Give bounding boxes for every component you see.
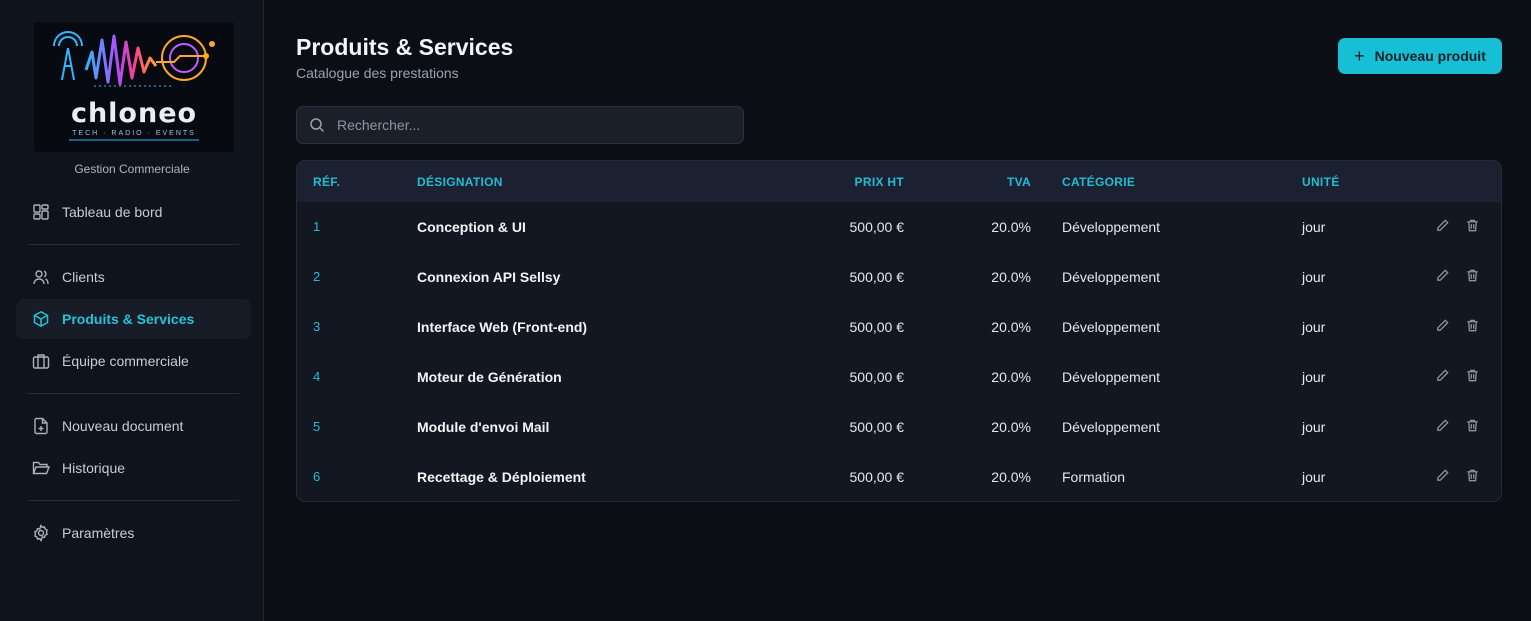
- column-header-category[interactable]: CATÉGORIE: [1062, 175, 1135, 189]
- cell-vat: 20.0%: [991, 469, 1031, 485]
- cell-category: Développement: [1062, 369, 1161, 385]
- trash-icon[interactable]: [1465, 268, 1481, 284]
- cell-vat: 20.0%: [991, 369, 1031, 385]
- trash-icon[interactable]: [1465, 318, 1481, 334]
- brand-tagline: TECH · RADIO · EVENTS: [72, 130, 196, 137]
- folder-open-icon: [32, 459, 50, 477]
- page-subtitle: Catalogue des prestations: [296, 65, 459, 81]
- cell-ref: 1: [313, 219, 321, 234]
- cell-category: Développement: [1062, 219, 1161, 235]
- cell-ref: 3: [313, 319, 321, 334]
- plus-icon: +: [1354, 46, 1365, 66]
- nav-divider: [28, 500, 239, 501]
- dashboard-icon: [32, 203, 50, 221]
- file-plus-icon: [32, 417, 50, 435]
- column-header-price[interactable]: PRIX HT: [855, 175, 904, 189]
- cell-unit: jour: [1302, 319, 1326, 335]
- cell-price: 500,00 €: [849, 269, 905, 285]
- new-product-label: Nouveau produit: [1374, 48, 1486, 64]
- brand-logo[interactable]: chloneo TECH · RADIO · EVENTS: [34, 22, 234, 152]
- cell-vat: 20.0%: [991, 269, 1031, 285]
- nav-item-settings[interactable]: Paramètres: [16, 513, 251, 553]
- edit-icon[interactable]: [1435, 268, 1451, 284]
- cell-price: 500,00 €: [849, 319, 905, 335]
- nav-item-products[interactable]: Produits & Services: [16, 299, 251, 339]
- cell-price: 500,00 €: [849, 219, 905, 235]
- table-row[interactable]: 5 Module d'envoi Mail 500,00 € 20.0% Dév…: [297, 402, 1501, 452]
- edit-icon[interactable]: [1435, 468, 1451, 484]
- cell-ref: 5: [313, 419, 321, 434]
- nav-divider: [28, 393, 239, 394]
- cell-unit: jour: [1302, 419, 1326, 435]
- trash-icon[interactable]: [1465, 218, 1481, 234]
- nav-item-dashboard[interactable]: Tableau de bord: [16, 192, 251, 232]
- nav-label: Produits & Services: [62, 311, 195, 327]
- cell-designation: Conception & UI: [417, 219, 526, 235]
- column-header-ref[interactable]: RÉF.: [313, 175, 340, 189]
- trash-icon[interactable]: [1465, 368, 1481, 384]
- cell-unit: jour: [1302, 369, 1326, 385]
- table-header: RÉF. DÉSIGNATION PRIX HT TVA CATÉGORIE U…: [297, 161, 1501, 202]
- table-row[interactable]: 6 Recettage & Déploiement 500,00 € 20.0%…: [297, 452, 1501, 501]
- cell-designation: Connexion API Sellsy: [417, 269, 561, 285]
- column-header-vat[interactable]: TVA: [1007, 175, 1031, 189]
- nav-item-history[interactable]: Historique: [16, 448, 251, 488]
- cell-designation: Module d'envoi Mail: [417, 419, 550, 435]
- cell-unit: jour: [1302, 269, 1326, 285]
- table-row[interactable]: 1 Conception & UI 500,00 € 20.0% Dévelop…: [297, 202, 1501, 252]
- nav-label: Équipe commerciale: [62, 353, 189, 369]
- cell-category: Développement: [1062, 269, 1161, 285]
- gear-icon: [32, 524, 50, 542]
- cell-category: Développement: [1062, 419, 1161, 435]
- cell-vat: 20.0%: [991, 319, 1031, 335]
- cell-unit: jour: [1302, 469, 1326, 485]
- edit-icon[interactable]: [1435, 368, 1451, 384]
- edit-icon[interactable]: [1435, 418, 1451, 434]
- app-subtitle: Gestion Commerciale: [74, 162, 190, 176]
- column-header-designation[interactable]: DÉSIGNATION: [417, 175, 503, 189]
- cell-designation: Interface Web (Front-end): [417, 319, 588, 335]
- column-header-unit[interactable]: UNITÉ: [1302, 175, 1340, 189]
- cell-designation: Moteur de Génération: [417, 369, 562, 385]
- cell-price: 500,00 €: [849, 419, 905, 435]
- briefcase-icon: [32, 352, 50, 370]
- products-table: RÉF. DÉSIGNATION PRIX HT TVA CATÉGORIE U…: [296, 160, 1502, 502]
- table-row[interactable]: 2 Connexion API Sellsy 500,00 € 20.0% Dé…: [297, 252, 1501, 302]
- brand-name: chloneo: [70, 98, 198, 129]
- nav-item-sales-team[interactable]: Équipe commerciale: [16, 341, 251, 381]
- cell-designation: Recettage & Déploiement: [417, 469, 586, 485]
- trash-icon[interactable]: [1465, 468, 1481, 484]
- cell-ref: 2: [313, 269, 321, 284]
- trash-icon[interactable]: [1465, 418, 1481, 434]
- page-title: Produits & Services: [296, 34, 514, 60]
- cell-price: 500,00 €: [849, 469, 905, 485]
- nav-label: Clients: [62, 269, 105, 285]
- nav-label: Tableau de bord: [62, 204, 163, 220]
- cell-vat: 20.0%: [991, 419, 1031, 435]
- nav-label: Paramètres: [62, 525, 135, 541]
- cell-category: Formation: [1062, 469, 1126, 485]
- box-icon: [32, 310, 50, 328]
- search-icon: [310, 118, 325, 133]
- nav-label: Nouveau document: [62, 418, 184, 434]
- search-bar[interactable]: [296, 106, 744, 144]
- cell-price: 500,00 €: [849, 369, 905, 385]
- cell-ref: 6: [313, 469, 321, 484]
- edit-icon[interactable]: [1435, 218, 1451, 234]
- nav-label: Historique: [62, 460, 126, 476]
- cell-vat: 20.0%: [991, 219, 1031, 235]
- cell-category: Développement: [1062, 319, 1161, 335]
- new-product-button[interactable]: + Nouveau produit: [1338, 38, 1502, 74]
- nav-item-clients[interactable]: Clients: [16, 257, 251, 297]
- search-input[interactable]: [337, 117, 717, 133]
- cell-ref: 4: [313, 369, 321, 384]
- table-row[interactable]: 4 Moteur de Génération 500,00 € 20.0% Dé…: [297, 352, 1501, 402]
- nav-item-new-document[interactable]: Nouveau document: [16, 406, 251, 446]
- edit-icon[interactable]: [1435, 318, 1451, 334]
- table-row[interactable]: 3 Interface Web (Front-end) 500,00 € 20.…: [297, 302, 1501, 352]
- nav-divider: [28, 244, 239, 245]
- users-icon: [32, 268, 50, 286]
- sidebar: chloneo TECH · RADIO · EVENTS Gestion Co…: [0, 0, 264, 621]
- cell-unit: jour: [1302, 219, 1326, 235]
